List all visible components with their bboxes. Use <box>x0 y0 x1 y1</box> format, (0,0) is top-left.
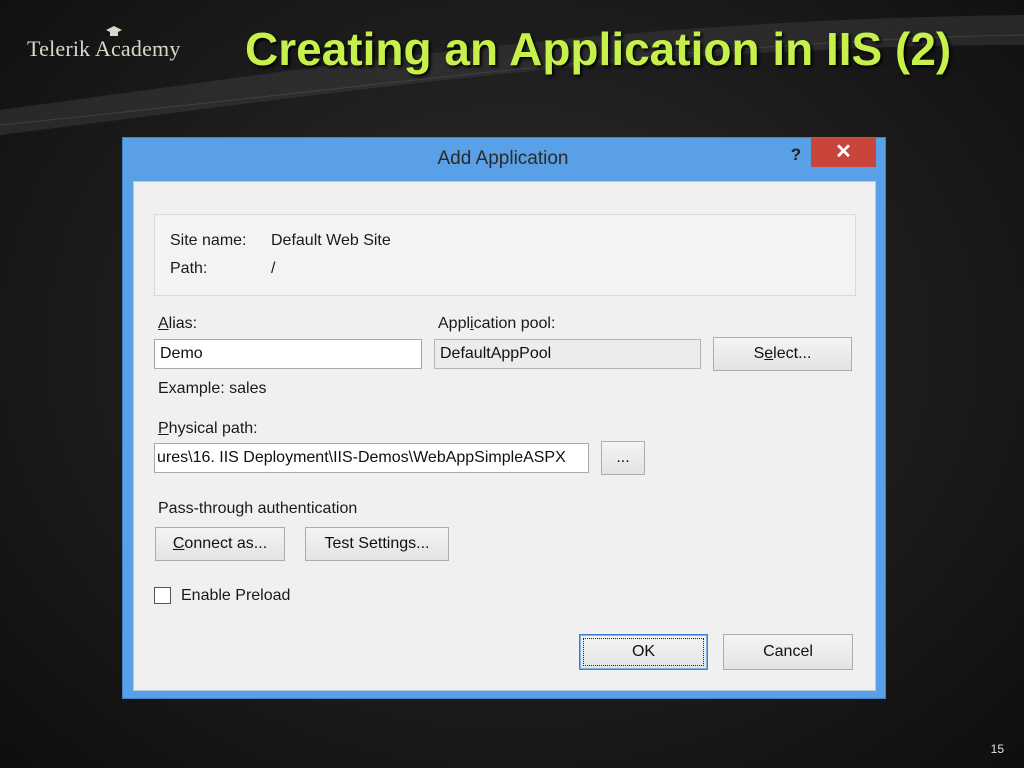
path-value: / <box>271 260 276 277</box>
enable-preload-checkbox[interactable] <box>154 587 171 604</box>
test-settings-button[interactable]: Test Settings... <box>305 527 449 561</box>
site-info-box: Site name: Default Web Site Path: / <box>154 214 856 296</box>
dialog-body: Site name: Default Web Site Path: / Alia… <box>133 181 876 691</box>
close-icon: ✕ <box>835 141 852 163</box>
alias-input[interactable]: Demo <box>154 339 422 369</box>
browse-button[interactable]: ... <box>601 441 645 475</box>
physical-path-input[interactable]: ures\16. IIS Deployment\IIS-Demos\WebApp… <box>154 443 589 473</box>
telerik-academy-logo: Telerik Academy <box>27 26 181 62</box>
ok-button[interactable]: OK <box>579 634 708 670</box>
application-pool-label: Application pool: <box>438 315 556 332</box>
dialog-title: Add Application <box>437 148 569 169</box>
example-text: Example: sales <box>158 380 267 397</box>
physical-path-label: Physical path: <box>158 420 258 437</box>
slide-number: 15 <box>990 742 1004 756</box>
alias-label: Alias: <box>158 315 198 332</box>
select-button[interactable]: Select... <box>713 337 852 371</box>
application-pool-field: DefaultAppPool <box>434 339 701 369</box>
add-application-dialog: Add Application ? ✕ Site name: Default W… <box>122 137 886 699</box>
site-name-value: Default Web Site <box>271 232 391 249</box>
help-button[interactable]: ? <box>784 143 808 167</box>
path-label: Path: <box>170 260 208 277</box>
connect-as-button[interactable]: Connect as... <box>155 527 285 561</box>
graduation-cap-icon <box>106 26 122 36</box>
cancel-button[interactable]: Cancel <box>723 634 853 670</box>
close-button[interactable]: ✕ <box>811 138 876 167</box>
slide-title: Creating an Application in IIS (2) <box>245 23 952 75</box>
site-name-label: Site name: <box>170 232 247 249</box>
enable-preload-label: Enable Preload <box>181 587 291 604</box>
focus-indicator <box>583 638 704 666</box>
pass-through-authentication-label: Pass-through authentication <box>158 500 358 517</box>
